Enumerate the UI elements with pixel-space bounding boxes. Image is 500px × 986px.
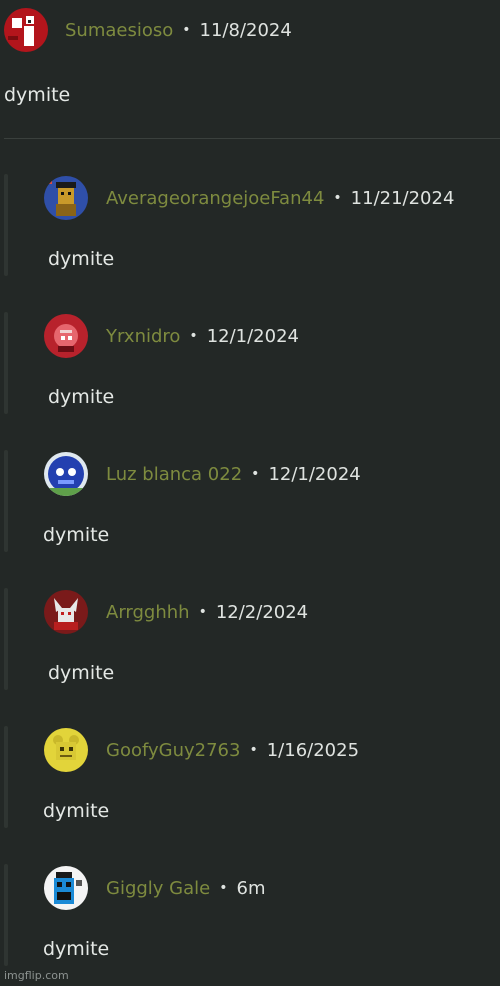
comment-date: 12/1/2024: [206, 325, 299, 347]
red-character-avatar-icon: [44, 314, 88, 358]
reply-comment: AverageorangejoeFan44 • 11/21/2024 dymit…: [0, 174, 500, 276]
avatar[interactable]: [44, 590, 88, 634]
username[interactable]: AverageorangejoeFan44: [106, 188, 324, 209]
comment-body: dymite: [48, 662, 115, 684]
thread-line[interactable]: [4, 864, 8, 966]
comment-date: 11/21/2024: [350, 187, 455, 209]
thread-line[interactable]: [4, 312, 8, 414]
separator-dot: •: [219, 880, 228, 896]
comment-header: Yrxnidro • 12/1/2024: [44, 314, 299, 358]
avatar[interactable]: [44, 452, 88, 496]
thread-line[interactable]: [4, 726, 8, 828]
comment-body: dymite: [43, 800, 110, 822]
reply-comment: Arrgghhh • 12/2/2024 dymite: [0, 588, 500, 690]
separator-dot: •: [249, 742, 258, 758]
username[interactable]: Sumaesioso: [65, 20, 173, 41]
username[interactable]: Giggly Gale: [106, 878, 210, 899]
avatar[interactable]: [44, 314, 88, 358]
thread-line[interactable]: [4, 450, 8, 552]
avatar[interactable]: [4, 8, 48, 52]
comment-body: dymite: [43, 938, 110, 960]
fox-character-avatar-icon: [44, 590, 88, 634]
pixel-robot-avatar-icon: [44, 866, 88, 910]
divider: [4, 138, 500, 139]
reply-comment: Giggly Gale • 6m dymite: [0, 864, 500, 966]
watermark: imgflip.com: [4, 969, 69, 982]
separator-dot: •: [251, 466, 260, 482]
pixel-character-avatar-icon: [4, 8, 48, 52]
separator-dot: •: [198, 604, 207, 620]
comment-header: Sumaesioso • 11/8/2024: [4, 8, 292, 52]
comment-date: 1/16/2025: [266, 739, 360, 761]
comment-body: dymite: [4, 84, 71, 106]
separator-dot: •: [333, 190, 342, 206]
comment-date: 11/8/2024: [199, 19, 292, 41]
separator-dot: •: [182, 22, 191, 38]
comment-date: 12/1/2024: [268, 463, 361, 485]
username[interactable]: Arrgghhh: [106, 602, 190, 623]
comment-header: Arrgghhh • 12/2/2024: [44, 590, 308, 634]
comment-date: 6m: [236, 877, 266, 899]
comment-header: GoofyGuy2763 • 1/16/2025: [44, 728, 359, 772]
username[interactable]: Luz blanca 022: [106, 464, 242, 485]
yellow-bear-avatar-icon: [44, 728, 88, 772]
thread-line[interactable]: [4, 174, 8, 276]
comment-body: dymite: [48, 248, 115, 270]
comment-body: dymite: [43, 524, 110, 546]
avatar[interactable]: [44, 728, 88, 772]
main-comment: Sumaesioso • 11/8/2024 dymite: [0, 0, 500, 140]
comment-date: 12/2/2024: [215, 601, 309, 623]
comment-header: Luz blanca 022 • 12/1/2024: [44, 452, 361, 496]
avatar[interactable]: [44, 866, 88, 910]
reply-comment: Luz blanca 022 • 12/1/2024 dymite: [0, 450, 500, 552]
comment-header: AverageorangejoeFan44 • 11/21/2024: [44, 176, 454, 220]
username[interactable]: Yrxnidro: [106, 326, 180, 347]
blue-character-avatar-icon: [44, 452, 88, 496]
animatronic-bear-avatar-icon: [44, 176, 88, 220]
comment-header: Giggly Gale • 6m: [44, 866, 266, 910]
avatar[interactable]: [44, 176, 88, 220]
reply-comment: Yrxnidro • 12/1/2024 dymite: [0, 312, 500, 414]
reply-comment: GoofyGuy2763 • 1/16/2025 dymite: [0, 726, 500, 828]
separator-dot: •: [189, 328, 198, 344]
username[interactable]: GoofyGuy2763: [106, 740, 240, 761]
comment-body: dymite: [48, 386, 115, 408]
thread-line[interactable]: [4, 588, 8, 690]
